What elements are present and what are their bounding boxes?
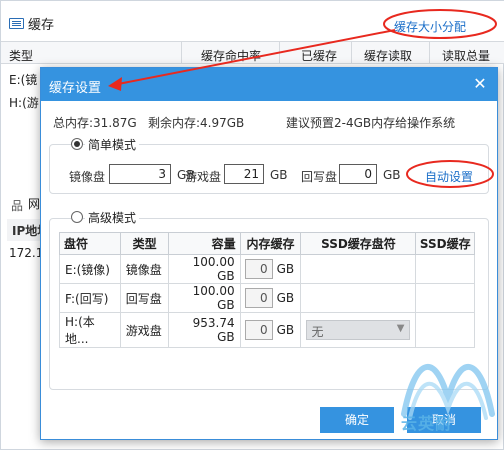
column-drive: 盘符 [59,232,121,255]
memory-cache-input[interactable]: 0 [244,320,273,340]
table-row[interactable]: F:(回写) 回写盘 100.00 GB 0 GB [59,283,475,313]
network-label: 网 [28,197,41,211]
table-row[interactable]: E:(镜 [9,71,37,88]
ssd-drive-cell [300,283,417,313]
game-disk-input[interactable] [224,164,264,184]
capacity-cell: 953.74 GB [168,312,241,348]
auto-setting-button[interactable]: 自动设置 [425,168,473,185]
memory-cache-unit: GB [276,323,295,337]
column-cache-read[interactable]: 缓存读取 [364,47,412,64]
dialog-title: 缓存设置 [49,81,102,96]
ip-row[interactable]: 172.1 [9,246,43,260]
ssd-drive-value: 无 [311,325,324,339]
table-row[interactable]: H:(本地... 游戏盘 953.74 GB 0 GB 无 ▼ [59,312,475,348]
writeback-disk-label: 回写盘 [301,170,338,184]
dialog-titlebar[interactable]: 缓存设置 ✕ [41,68,497,101]
simple-mode-label[interactable]: 简单模式 [85,136,140,153]
advanced-cache-table: 盘符 类型 容量 内存缓存 SSD缓存盘符 SSD缓存 E:(镜像) 镜像盘 1… [59,232,475,348]
column-divider [181,41,182,64]
game-disk-label: 游戏盘 [185,170,222,184]
drive-cell: F:(回写) [59,283,121,313]
memory-cache-unit: GB [276,262,295,276]
cache-icon [9,18,24,29]
ok-button[interactable]: 确定 [320,407,394,433]
table-row[interactable]: H:(游 [9,94,39,111]
memory-tip-text: 建议预置2-4GB内存给操作系统 [286,116,456,130]
drive-cell: E:(镜像) [59,254,121,284]
column-divider [351,41,352,64]
network-icon: 品 [11,199,24,213]
mirror-disk-input[interactable] [109,164,171,184]
memory-cache-cell: 0 GB [239,312,302,348]
ssd-drive-select[interactable]: 无 ▼ [306,320,411,340]
writeback-disk-unit: GB [383,168,401,182]
column-read-total[interactable]: 读取总量 [442,47,490,64]
column-ssd-drive: SSD缓存盘符 [300,232,417,255]
column-divider [279,41,280,64]
type-cell: 游戏盘 [119,312,170,348]
type-cell: 镜像盘 [119,254,170,284]
cache-size-allocation-link[interactable]: 缓存大小分配 [394,18,466,35]
ssd-cache-cell [415,312,475,348]
memory-cache-unit: GB [276,291,295,305]
column-divider [429,41,430,64]
column-cached[interactable]: 已缓存 [301,47,337,64]
ssd-drive-cell [300,254,417,284]
table-header-row: 盘符 类型 容量 内存缓存 SSD缓存盘符 SSD缓存 [59,232,475,255]
memory-cache-input[interactable]: 0 [244,288,273,308]
ssd-cache-cell [415,283,475,313]
capacity-cell: 100.00 GB [168,254,241,284]
ssd-cache-cell [415,254,475,284]
mirror-disk-label: 镜像盘 [69,170,106,184]
table-row[interactable]: E:(镜像) 镜像盘 100.00 GB 0 GB [59,254,475,284]
background-title: 缓存 [28,18,55,33]
background-titlebar: 缓存 缓存大小分配 [1,1,504,41]
type-cell: 回写盘 [119,283,170,313]
capacity-cell: 100.00 GB [168,283,241,313]
close-icon[interactable]: ✕ [471,75,489,93]
column-capacity: 容量 [168,232,241,255]
column-type[interactable]: 类型 [9,47,33,64]
writeback-disk-input[interactable] [339,164,377,184]
column-hit-rate[interactable]: 缓存命中率 [201,47,261,64]
advanced-mode-label[interactable]: 高级模式 [85,209,140,226]
free-memory-text: 剩余内存:4.97GB [148,116,245,130]
memory-cache-input[interactable]: 0 [244,259,273,279]
game-disk-unit: GB [270,168,288,182]
column-ssd-cache: SSD缓存 [415,232,475,255]
column-memory-cache: 内存缓存 [239,232,302,255]
advanced-mode-radio[interactable] [71,211,83,223]
watermark-text: 云英耐 [401,414,453,433]
simple-mode-radio[interactable] [71,138,83,150]
memory-cache-cell: 0 GB [239,283,302,313]
drive-cell: H:(本地... [59,312,121,348]
total-memory-text: 总内存:31.87G [53,116,137,130]
ssd-drive-cell: 无 ▼ [300,312,417,348]
column-type: 类型 [119,232,170,255]
memory-cache-cell: 0 GB [239,254,302,284]
chevron-down-icon: ▼ [396,323,405,334]
